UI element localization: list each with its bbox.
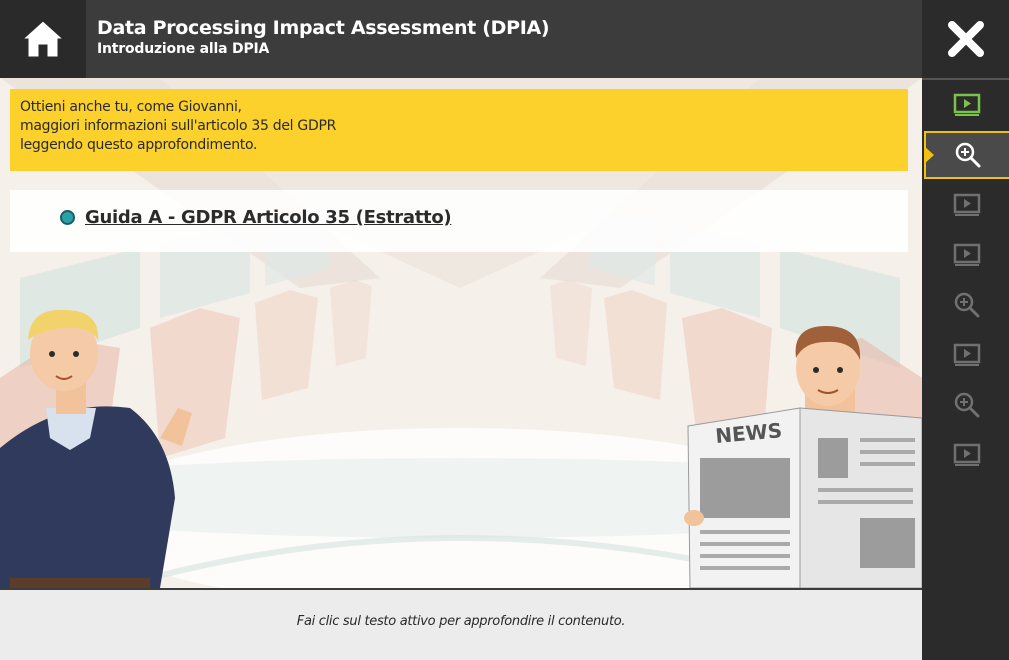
page-subtitle: Introduzione alla DPIA [97,41,270,57]
header-titles: Data Processing Impact Assessment (DPIA)… [97,16,550,58]
video-icon [953,243,980,266]
resource-link-label[interactable]: Guida A - GDPR Articolo 35 (Estratto) [85,207,452,228]
close-button[interactable] [922,0,1009,78]
video-icon [953,443,980,466]
nav-item-zoom-1[interactable] [924,131,1009,179]
page-title: Data Processing Impact Assessment (DPIA) [97,17,550,39]
nav-item-zoom-2[interactable] [924,281,1009,329]
video-icon [953,93,980,116]
close-icon [947,21,984,57]
home-icon [21,20,65,58]
nav-item-video-4[interactable] [924,331,1009,379]
home-button[interactable] [0,0,86,78]
nav-item-video-2[interactable] [924,181,1009,229]
sidebar-divider [922,78,1009,80]
nav-item-video-5[interactable] [924,431,1009,479]
active-indicator [924,146,934,164]
nav-item-video-1[interactable] [924,81,1009,129]
nav-item-video-3[interactable] [924,231,1009,279]
info-banner: Ottieni anche tu, come Giovanni, maggior… [10,89,908,171]
banner-line: Ottieni anche tu, come Giovanni, [20,99,242,115]
footer-bar: Fai clic sul testo attivo per approfondi… [0,588,922,660]
resource-link[interactable]: Guida A - GDPR Articolo 35 (Estratto) [60,207,452,228]
banner-line: maggiori informazioni sull'articolo 35 d… [20,118,337,134]
banner-line: leggendo questo approfondimento. [20,137,258,153]
bullet-icon [60,210,75,225]
footer-hint: Fai clic sul testo attivo per approfondi… [296,614,626,629]
zoom-icon [955,142,980,168]
resource-link-panel: Guida A - GDPR Articolo 35 (Estratto) [10,190,908,252]
zoom-icon [954,392,979,418]
nav-item-zoom-3[interactable] [924,381,1009,429]
content-area: NEWS Ottieni anche tu, come Giovanni, ma… [0,78,922,588]
header-bar: Data Processing Impact Assessment (DPIA)… [0,0,922,78]
video-icon [953,343,980,366]
zoom-icon [954,292,979,318]
chapter-sidebar [922,0,1009,660]
video-icon [953,193,980,216]
